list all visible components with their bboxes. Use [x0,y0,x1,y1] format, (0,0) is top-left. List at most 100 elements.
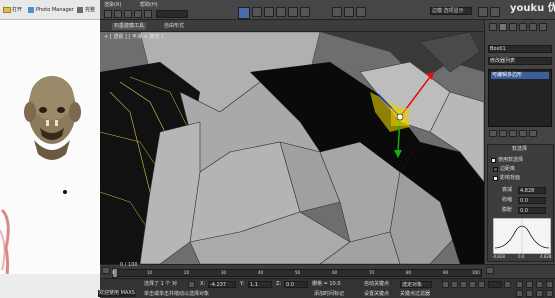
current-frame-field[interactable] [488,281,502,288]
align-icon[interactable] [344,7,354,17]
selection-info: 选择了 1 个 对 [144,281,177,287]
scale-icon[interactable] [264,7,274,17]
tick-60: 60 [332,270,338,275]
frame-display[interactable]: 0 / 100 [120,263,138,268]
menu-render[interactable]: 渲染(R) [104,3,121,8]
modify-tab-icon[interactable] [499,23,507,31]
photo-manager-icon[interactable] [28,7,34,13]
select-region-icon[interactable] [114,10,122,18]
tick-70: 70 [369,270,375,275]
status-bar: 欢迎使用 MAXS 选择了 1 个 对 单击或单击并拖动以选择对象 X: -4.… [98,278,555,298]
time-config-icon[interactable] [504,281,511,288]
object-name-field[interactable]: Box01 [488,45,552,53]
pinch-field[interactable]: 0.0 [518,197,546,204]
fullscreen-button[interactable]: 完整 [85,8,95,13]
maximize-viewport-icon[interactable] [546,281,553,288]
remove-modifier-icon[interactable] [519,130,527,137]
fov-icon[interactable] [526,290,533,297]
show-end-result-icon[interactable] [499,130,507,137]
photo-manager-button[interactable]: Photo Manager [36,8,74,13]
selected-object-dropdown[interactable]: 选定对象 [400,281,432,288]
region-zoom-icon[interactable] [546,290,553,297]
open-button[interactable]: 打开 [12,8,22,13]
render-setup-icon[interactable] [478,7,488,17]
make-unique-icon[interactable] [509,130,517,137]
select-tool-icon[interactable] [104,10,112,18]
rotate-icon[interactable] [252,7,262,17]
next-frame-icon[interactable] [469,281,476,288]
tick-30: 30 [221,270,227,275]
edge-distance-label: 边距离 [500,166,516,172]
move-icon[interactable] [238,7,250,19]
go-to-end-icon[interactable] [478,281,485,288]
configure-sets-icon[interactable] [529,130,537,137]
play-icon[interactable] [460,281,467,288]
snap-icon[interactable] [276,7,286,17]
percent-snap-icon[interactable] [300,7,310,17]
named-selection-dropdown[interactable]: 边模 选项显示 [430,7,472,15]
x-coordinate-field[interactable]: -4.237 [208,281,236,288]
menu-help[interactable]: 帮助(H) [140,3,158,8]
z-coordinate-field[interactable]: 0.0 [284,281,308,288]
link-icon[interactable] [124,10,132,18]
tick-10: 10 [147,270,153,275]
stack-item-editable-poly[interactable]: 可编辑多边形 [491,72,549,79]
modifier-list-dropdown[interactable]: 修改器列表 [488,57,552,65]
use-soft-selection-checkbox[interactable] [491,158,496,163]
prev-frame-icon[interactable] [451,281,458,288]
soft-selection-rollout: 软选择 使用软选择 边距离 影响背面 衰减 4.828 收缩 0.0 膨胀 0.… [487,144,554,262]
timeline-prev-icon[interactable] [102,267,110,274]
reference-image [0,20,100,298]
walk-icon[interactable] [536,290,543,297]
tab-freeform[interactable]: 自由形式 [162,23,186,30]
display-tab-icon[interactable] [529,23,537,31]
lock-selection-icon[interactable] [188,281,195,288]
angle-snap-icon[interactable] [288,7,298,17]
edge-distance-checkbox[interactable] [493,167,498,172]
rollout-title[interactable]: 软选择 [512,147,527,152]
command-panel: Box01 修改器列表 可编辑多边形 软选择 使用软选择 边距离 影响背面 衰减… [484,20,555,264]
pan-icon[interactable] [526,281,533,288]
y-label: Y: [240,281,245,287]
render-icon[interactable] [490,7,500,17]
falloff-field[interactable]: 4.828 [518,187,546,194]
bind-icon[interactable] [144,10,152,18]
timeline[interactable]: 0 / 100 0 10 20 30 40 50 60 70 80 90 100 [100,263,555,278]
pin-stack-icon[interactable] [489,130,497,137]
timeline-ticks: 0 10 20 30 40 50 60 70 80 90 100 [112,270,482,278]
utilities-tab-icon[interactable] [539,23,547,31]
orbit-icon[interactable] [536,281,543,288]
key-filters-button[interactable]: 关键点过滤器 [400,292,430,297]
set-key-button[interactable]: 设置关键点 [364,292,389,297]
y-coordinate-field[interactable]: 1.1 [248,281,272,288]
add-time-tag[interactable]: 添加时间标记 [314,292,344,297]
create-tab-icon[interactable] [489,23,497,31]
unlink-icon[interactable] [134,10,142,18]
zoom-icon[interactable] [516,281,523,288]
pinch-label: 收缩 [502,197,513,203]
mesh-render [100,32,484,264]
layers-icon[interactable] [356,7,366,17]
affect-backfacing-checkbox[interactable] [493,176,498,181]
tick-0: 0 [112,270,115,275]
mirror-icon[interactable] [332,7,342,17]
fullscreen-icon[interactable] [77,7,83,13]
motion-tab-icon[interactable] [519,23,527,31]
perspective-viewport[interactable]: + [ 透视 ] [ 平滑 + 高光 ] [100,32,484,264]
hierarchy-tab-icon[interactable] [509,23,517,31]
timeline-next-icon[interactable] [486,267,494,274]
bubble-field[interactable]: 0.0 [518,207,546,214]
curve-label-right: 4.828 [540,254,552,259]
tab-graphite-modeling[interactable]: 石墨建模工具 [112,23,147,30]
viewport-label[interactable]: + [ 透视 ] [ 平滑 + 高光 ] [104,35,163,40]
curve-label-mid: 0.0 [518,254,525,259]
bubble-label: 膨胀 [502,207,513,213]
prompt-text: 单击或单击并拖动以选择对象 [144,291,210,297]
open-folder-icon[interactable] [3,7,11,13]
selection-filter-dropdown[interactable] [156,10,188,18]
youku-watermark: youku 优酷 [510,3,555,14]
autokey-button[interactable]: 自动关键点 [364,282,389,287]
zoom-extents-icon[interactable] [516,290,523,297]
go-to-start-icon[interactable] [442,281,449,288]
tick-40: 40 [258,270,264,275]
